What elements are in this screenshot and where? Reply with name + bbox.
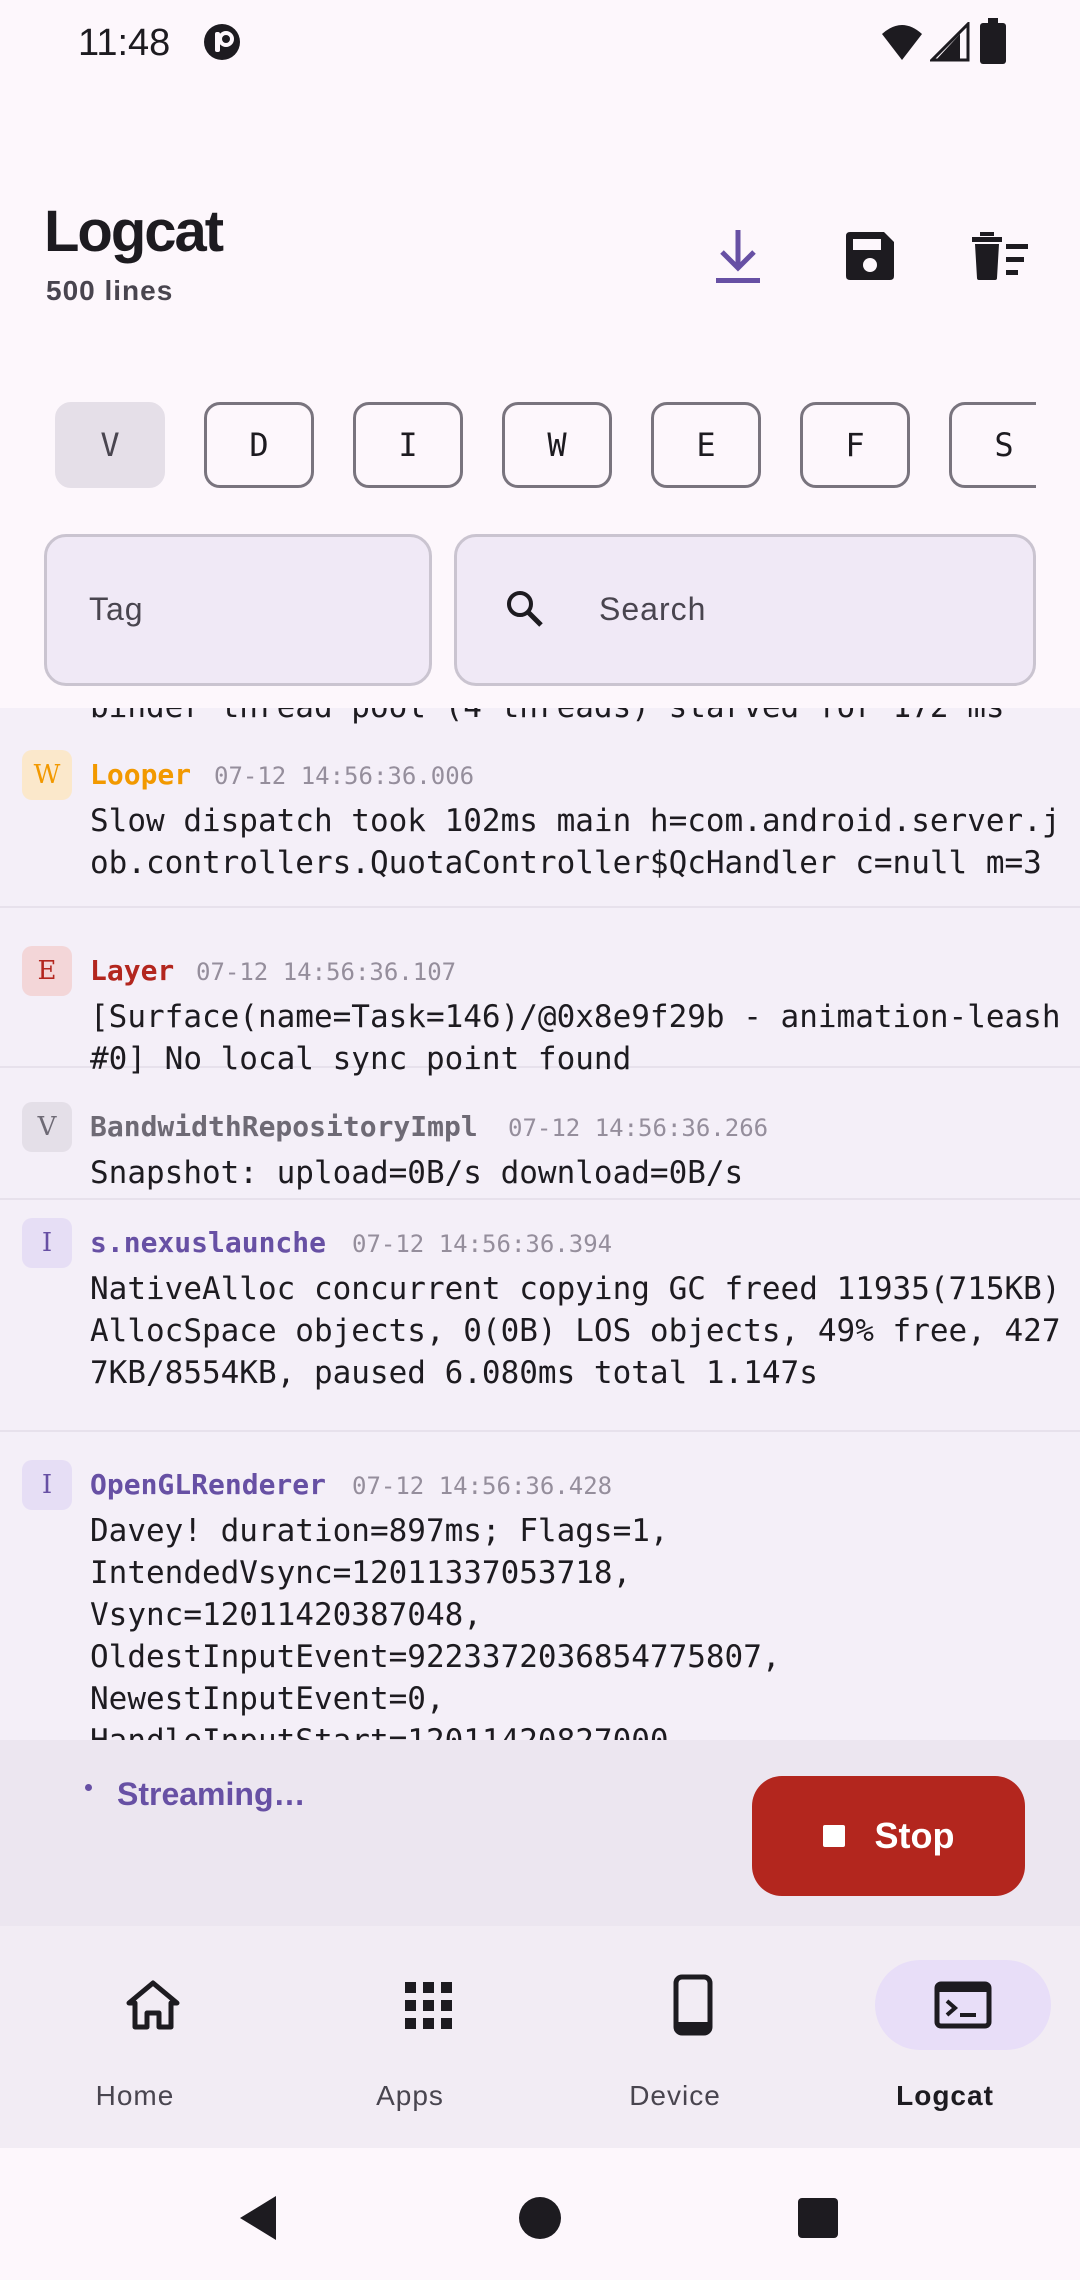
recents-icon[interactable] bbox=[790, 2190, 846, 2246]
phone-icon bbox=[673, 1974, 713, 2036]
log-entry[interactable]: I OpenGLRenderer 07-12 14:56:36.428 Dave… bbox=[0, 1442, 1080, 1740]
log-message: [Surface(name=Task=146)/@0x8e9f29b - ani… bbox=[90, 999, 1061, 1077]
terminal-icon bbox=[934, 1981, 992, 2029]
download-button[interactable] bbox=[702, 220, 774, 292]
save-button[interactable] bbox=[834, 220, 906, 292]
log-message: Davey! duration=897ms; Flags=1, Intended… bbox=[90, 1513, 781, 1740]
app-notification-icon bbox=[204, 24, 240, 60]
level-badge: I bbox=[22, 1218, 72, 1268]
clear-list-icon bbox=[972, 232, 1028, 280]
nav-item-logcat[interactable]: Logcat bbox=[810, 1926, 1080, 2148]
search-icon bbox=[507, 591, 543, 627]
clear-logs-button[interactable] bbox=[964, 220, 1036, 292]
level-chip-d[interactable]: D bbox=[204, 402, 314, 488]
log-tag: BandwidthRepositoryImpl bbox=[90, 1110, 478, 1143]
nav-item-home[interactable]: Home bbox=[0, 1926, 270, 2148]
streaming-status: Streaming… bbox=[117, 1776, 306, 1812]
level-filter-chips: V D I W E F S bbox=[0, 398, 1036, 490]
nav-label-logcat: Logcat bbox=[896, 2080, 994, 2111]
wifi-icon bbox=[882, 25, 922, 60]
stop-icon bbox=[822, 1825, 845, 1847]
search-input[interactable]: Search bbox=[454, 534, 1036, 686]
log-tag: Layer bbox=[90, 954, 175, 987]
level-chip-f[interactable]: F bbox=[800, 402, 910, 488]
log-tag: Looper bbox=[90, 758, 192, 791]
save-icon bbox=[846, 232, 894, 280]
level-badge: E bbox=[22, 946, 72, 996]
log-timestamp: 07-12 14:56:36.266 bbox=[508, 1114, 769, 1142]
download-icon bbox=[716, 230, 760, 283]
nav-item-apps[interactable]: Apps bbox=[275, 1926, 545, 2148]
log-timestamp: 07-12 14:56:36.428 bbox=[352, 1472, 613, 1500]
log-message-partial: binder thread pool (4 threads) starved f… bbox=[90, 708, 1070, 728]
log-timestamp: 07-12 14:56:36.394 bbox=[352, 1230, 613, 1258]
battery-icon bbox=[980, 18, 1006, 64]
status-time: 11:48 bbox=[78, 22, 171, 64]
tag-placeholder: Tag bbox=[89, 591, 144, 627]
level-chip-v[interactable]: V bbox=[55, 402, 165, 488]
level-chip-i[interactable]: I bbox=[353, 402, 463, 488]
log-entry[interactable]: I s.nexuslaunche 07-12 14:56:36.394 Nati… bbox=[0, 1200, 1080, 1432]
log-message: Slow dispatch took 102ms main h=com.andr… bbox=[90, 803, 1061, 881]
page-title: Logcat bbox=[44, 199, 224, 264]
log-timestamp: 07-12 14:56:36.107 bbox=[196, 958, 457, 986]
home-icon bbox=[126, 1980, 180, 2030]
log-entry[interactable]: W Looper 07-12 14:56:36.006 Slow dispatc… bbox=[0, 732, 1080, 908]
stop-button[interactable]: Stop bbox=[752, 1776, 1025, 1896]
signal-icon bbox=[930, 22, 970, 62]
search-placeholder: Search bbox=[599, 591, 707, 627]
line-count: 500 lines bbox=[46, 275, 174, 306]
home-button-icon[interactable] bbox=[512, 2190, 568, 2246]
nav-item-device[interactable]: Device bbox=[540, 1926, 810, 2148]
level-chip-e[interactable]: E bbox=[651, 402, 761, 488]
level-badge: V bbox=[22, 1102, 72, 1152]
log-entry[interactable]: E Layer 07-12 14:56:36.107 [Surface(name… bbox=[0, 928, 1080, 1077]
streaming-indicator bbox=[85, 1784, 92, 1791]
log-tag: OpenGLRenderer bbox=[90, 1468, 327, 1501]
stop-label: Stop bbox=[874, 1815, 955, 1856]
back-icon[interactable] bbox=[232, 2190, 288, 2246]
nav-label-home: Home bbox=[95, 2080, 175, 2111]
log-list[interactable]: binder thread pool (4 threads) starved f… bbox=[0, 708, 1080, 1740]
log-tag: s.nexuslaunche bbox=[90, 1226, 327, 1259]
level-chip-w[interactable]: W bbox=[502, 402, 612, 488]
level-badge: W bbox=[22, 750, 72, 800]
level-chip-s[interactable]: S bbox=[949, 402, 1036, 488]
log-entry[interactable]: V BandwidthRepositoryImpl 07-12 14:56:36… bbox=[0, 1084, 1080, 1200]
log-message: Snapshot: upload=0B/s download=0B/s bbox=[90, 1155, 744, 1191]
nav-label-device: Device bbox=[629, 2080, 721, 2111]
log-message: NativeAlloc concurrent copying GC freed … bbox=[90, 1271, 1080, 1391]
log-timestamp: 07-12 14:56:36.006 bbox=[214, 762, 475, 790]
level-badge: I bbox=[22, 1460, 72, 1510]
apps-grid-icon bbox=[405, 1982, 452, 2029]
nav-label-apps: Apps bbox=[376, 2080, 444, 2111]
tag-filter-input[interactable]: Tag bbox=[44, 534, 432, 686]
